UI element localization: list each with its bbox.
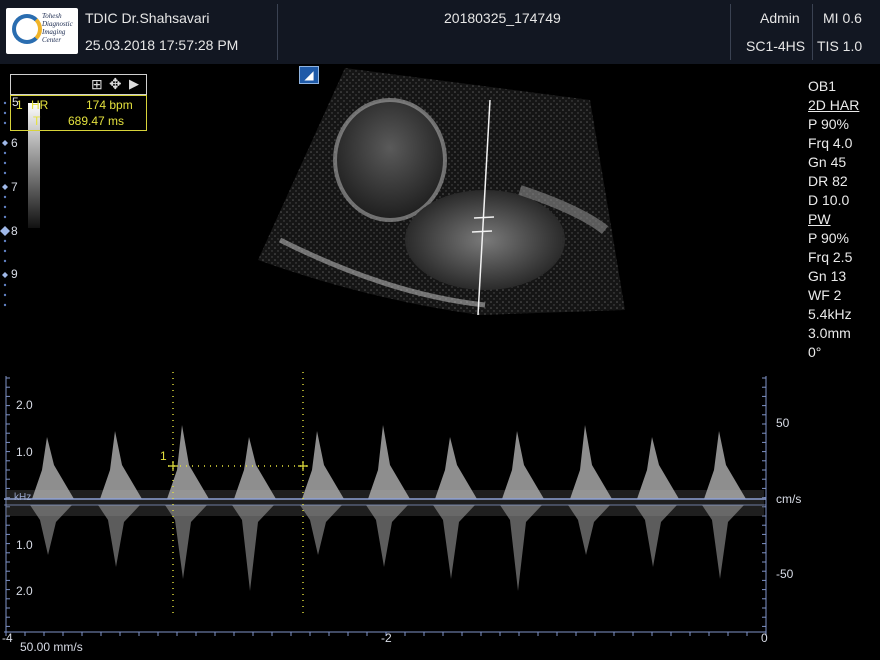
depth-label-8: 8 — [11, 224, 18, 238]
sample-gate-top[interactable] — [473, 216, 495, 219]
gate-size: 3.0mm — [808, 325, 851, 341]
header-divider — [277, 4, 278, 60]
spectral-waveform-positive — [32, 437, 74, 499]
user-name: Admin — [760, 10, 800, 26]
fetal-body — [405, 190, 565, 290]
time-label-mid: -2 — [381, 631, 392, 645]
time-label-end: 0 — [761, 631, 768, 645]
measurement-box: 1 HR 174 bpm T 689.47 ms — [10, 95, 147, 131]
spectral-waveform-negative — [165, 505, 207, 579]
freq-label-1-bottom: 1.0 — [16, 538, 33, 552]
frequency-pw: Frq 2.5 — [808, 249, 853, 265]
spectral-waveform-positive — [302, 431, 344, 499]
probe-name: SC1-4HS — [746, 38, 806, 54]
power-2d: P 90% — [808, 116, 849, 132]
depth-label-9: 9 — [11, 267, 18, 281]
depth-scale-ticks — [0, 101, 10, 307]
mode-pw-title: PW — [808, 211, 831, 227]
freq-label-2-top: 2.0 — [16, 398, 33, 412]
spectral-waveform-negative — [433, 505, 475, 579]
frequency-2d: Frq 4.0 — [808, 135, 853, 151]
depth-label-7: 7 — [11, 180, 18, 194]
header-divider — [812, 4, 813, 60]
spectral-waveform-positive — [368, 425, 410, 499]
spectral-waveform-positive — [234, 437, 276, 499]
spectral-waveform-positive — [704, 431, 746, 499]
doppler-spectrum — [4, 372, 767, 636]
freq-unit: kHz — [14, 492, 32, 503]
prf-value: 5.4kHz — [808, 306, 852, 322]
freq-label-2-bottom: 2.0 — [16, 584, 33, 598]
thermal-index: TIS 1.0 — [817, 38, 863, 54]
institution-name: TDIC Dr.Shahsavari — [85, 10, 210, 26]
velocity-unit: cm/s — [776, 492, 802, 506]
mode-2d-title: 2D HAR — [808, 97, 860, 113]
logo-ring-icon — [12, 14, 42, 44]
power-pw: P 90% — [808, 230, 849, 246]
bmode-image — [258, 68, 625, 316]
hr-value: 174 bpm — [86, 98, 133, 112]
gain-pw: Gn 13 — [808, 268, 847, 284]
time-label-start: -4 — [2, 631, 13, 645]
angle-correction: 0° — [808, 344, 822, 360]
spectral-waveform-negative — [500, 505, 542, 591]
exam-datetime: 25.03.2018 17:57:28 PM — [85, 37, 239, 53]
depth-label-6: 6 — [11, 136, 18, 150]
play-icon[interactable]: ▶ — [129, 76, 139, 92]
clinic-logo: Tohesh Diagnostic Imaging Center — [6, 8, 78, 54]
t-value: 689.47 ms — [68, 114, 125, 128]
spectral-waveform-positive — [100, 431, 142, 499]
study-id: 20180325_174749 — [444, 10, 561, 26]
wall-filter: WF 2 — [808, 287, 842, 303]
grid-icon[interactable]: ⊞ — [91, 76, 103, 93]
sweep-speed: 50.00 mm/s — [20, 640, 83, 654]
depth-label-5: 5 — [12, 95, 19, 109]
velocity-label-pos: 50 — [776, 416, 790, 430]
move-icon[interactable]: ✥ — [109, 75, 122, 93]
sample-gate-bottom[interactable] — [471, 230, 493, 233]
mechanical-index: MI 0.6 — [823, 10, 862, 26]
spectral-waveform-positive — [637, 437, 679, 499]
spectral-waveform-positive — [502, 431, 544, 499]
velocity-label-neg: -50 — [776, 567, 794, 581]
dynamic-range: DR 82 — [808, 173, 848, 189]
freq-label-1-top: 1.0 — [16, 445, 33, 459]
spectral-waveform-negative — [232, 505, 274, 591]
spectral-waveform-positive — [435, 437, 477, 499]
t-label: T — [33, 114, 41, 128]
header-bar: Tohesh Diagnostic Imaging Center TDIC Dr… — [0, 0, 880, 64]
hr-label: HR — [31, 98, 49, 112]
gain-2d: Gn 45 — [808, 154, 847, 170]
caliper-label: 1 — [160, 449, 167, 463]
header-divider — [730, 4, 731, 60]
spectral-waveform-positive — [570, 425, 612, 499]
preset-name: OB1 — [808, 78, 837, 94]
logo-text: Tohesh Diagnostic Imaging Center — [42, 12, 73, 44]
measure-toolbar: ⊞ ✥ ▶ — [10, 74, 147, 95]
depth: D 10.0 — [808, 192, 850, 208]
settings-panel: OB1 2D HAR P 90% Frq 4.0 Gn 45 DR 82 D 1… — [808, 77, 859, 362]
spectral-waveform-negative — [702, 505, 744, 579]
